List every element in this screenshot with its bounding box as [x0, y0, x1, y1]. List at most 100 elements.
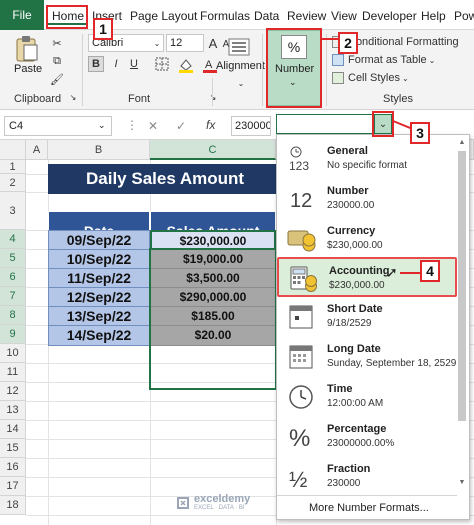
column-header[interactable]: C [150, 140, 276, 160]
borders-icon[interactable] [152, 56, 172, 72]
underline-button[interactable]: U [126, 56, 142, 72]
format-option-percentage[interactable]: % Percentage 23000000.00% [277, 417, 457, 457]
more-icon: ⋮ [126, 118, 138, 132]
row-header[interactable]: 2 [0, 174, 26, 192]
tab-page-layout[interactable]: Page Layout [130, 7, 197, 25]
row-header[interactable]: 8 [0, 306, 26, 325]
enter-icon[interactable]: ✓ [176, 119, 186, 133]
row-header[interactable]: 14 [0, 420, 26, 439]
row-header[interactable]: 1 [0, 160, 26, 174]
row-header[interactable]: 18 [0, 496, 26, 515]
scroll-up-icon[interactable]: ▲ [457, 139, 467, 149]
select-all-corner[interactable] [0, 140, 26, 160]
bold-button[interactable]: B [88, 56, 104, 72]
date-cell[interactable]: 14/Sep/22 [48, 325, 150, 346]
format-name: Time [327, 383, 353, 395]
table-title[interactable]: Daily Sales Amount [48, 164, 276, 194]
row-header[interactable]: 15 [0, 439, 26, 458]
name-box-dropdown-icon[interactable]: ⌄ [98, 120, 106, 131]
dialog-launcher-icon[interactable]: ↘ [68, 92, 78, 102]
formula-input[interactable]: 230000 [231, 116, 271, 136]
font-size-box[interactable]: 12 [166, 34, 204, 52]
svg-text:A: A [205, 59, 213, 71]
annotation-line-4 [400, 272, 420, 274]
format-option-general[interactable]: 123 General No specific format [277, 139, 457, 179]
format-as-table-icon [332, 54, 344, 66]
row-header[interactable]: 13 [0, 401, 26, 420]
cell-styles-label: Cell Styles [348, 72, 400, 84]
alignment-button[interactable]: Alignment [216, 60, 265, 72]
row-header[interactable]: 10 [0, 344, 26, 363]
cell-styles-button[interactable]: Cell Styles ⌄ [332, 70, 472, 86]
tab-data[interactable]: Data [254, 7, 279, 25]
row-header[interactable]: 4 [0, 230, 26, 249]
row-header[interactable]: 3 [0, 192, 26, 230]
alignment-dropdown-icon[interactable]: ⌄ [232, 74, 250, 92]
alignment-icon[interactable] [224, 34, 254, 60]
format-option-number[interactable]: 12 Number 230000.00 [277, 179, 457, 219]
format-option-short-date[interactable]: Short Date 9/18/2529 [277, 297, 457, 337]
tab-review[interactable]: Review [287, 7, 326, 25]
row-header[interactable]: 11 [0, 363, 26, 382]
svg-text:%: % [289, 425, 310, 451]
column-header[interactable]: A [26, 140, 48, 160]
row-header[interactable]: 16 [0, 458, 26, 477]
row-header[interactable]: 12 [0, 382, 26, 401]
row-header[interactable]: 9 [0, 325, 26, 344]
more-number-formats-link[interactable]: More Number Formats... [277, 495, 457, 519]
chevron-down-icon: ⌄ [401, 73, 409, 83]
clock-icon [287, 383, 317, 411]
copy-icon[interactable]: ⧉ [48, 52, 66, 70]
tab-formulas[interactable]: Formulas [200, 7, 250, 25]
exceldemy-watermark: exceldemy EXCEL · DATA · BI [176, 494, 250, 512]
format-as-table-label: Format as Table [348, 54, 427, 66]
dropdown-scrollbar[interactable]: ▲ ▼ [457, 139, 467, 515]
tab-power[interactable]: Pow [454, 7, 474, 25]
exceldemy-logo-icon [177, 497, 189, 509]
tab-view[interactable]: View [331, 7, 357, 25]
insert-function-icon[interactable]: fx [206, 118, 215, 132]
format-name: Fraction [327, 463, 371, 475]
format-option-currency[interactable]: Currency $230,000.00 [277, 219, 457, 259]
format-as-table-button[interactable]: Format as Table ⌄ [332, 52, 472, 68]
tab-developer[interactable]: Developer [362, 7, 417, 25]
format-example: 12:00:00 AM [327, 398, 384, 409]
date-cell[interactable]: 10/Sep/22 [48, 249, 150, 270]
date-cell[interactable]: 12/Sep/22 [48, 287, 150, 308]
mouse-cursor-icon: ➚ [386, 264, 398, 280]
format-example: $230,000.00 [327, 240, 383, 251]
font-dropdown-icon[interactable]: ⌄ [148, 34, 166, 52]
grow-font-icon[interactable]: A [206, 35, 220, 51]
format-option-long-date[interactable]: Long Date Sunday, September 18, 2529 [277, 337, 457, 377]
row-header[interactable]: 6 [0, 268, 26, 287]
clipboard-icon [16, 36, 38, 62]
svg-text:½: ½ [289, 467, 307, 491]
date-cell[interactable]: 13/Sep/22 [48, 306, 150, 327]
name-box[interactable]: C4 [4, 116, 112, 136]
format-painter-icon[interactable]: 🖌 [48, 70, 66, 88]
fill-color-icon[interactable] [176, 56, 196, 74]
number-format-dropdown: 123 General No specific format 12 Number 2300… [276, 134, 470, 520]
tab-help[interactable]: Help [421, 7, 446, 25]
italic-button[interactable]: I [108, 56, 124, 72]
row-header[interactable]: 17 [0, 477, 26, 496]
styles-group-label: Styles [383, 93, 413, 105]
watermark-tagline: EXCEL · DATA · BI [194, 505, 245, 511]
paste-button[interactable] [10, 34, 44, 64]
watermark-name: exceldemy [194, 493, 251, 505]
row-header[interactable]: 5 [0, 249, 26, 268]
font-launcher-icon[interactable]: ↘ [208, 92, 218, 102]
format-option-fraction[interactable]: ½ Fraction 230000 [277, 457, 457, 497]
date-cell[interactable]: 09/Sep/22 [48, 230, 150, 251]
format-option-time[interactable]: Time 12:00:00 AM [277, 377, 457, 417]
cancel-icon[interactable]: ✕ [148, 119, 158, 133]
format-example: No specific format [327, 160, 408, 171]
tab-file[interactable]: File [0, 0, 44, 30]
cut-icon[interactable]: ✂ [48, 34, 66, 52]
scroll-thumb[interactable] [458, 151, 466, 421]
row-header[interactable]: 7 [0, 287, 26, 306]
column-header[interactable]: B [48, 140, 150, 160]
format-example: 23000000.00% [327, 438, 395, 449]
scroll-down-icon[interactable]: ▼ [457, 479, 467, 489]
date-cell[interactable]: 11/Sep/22 [48, 268, 150, 289]
